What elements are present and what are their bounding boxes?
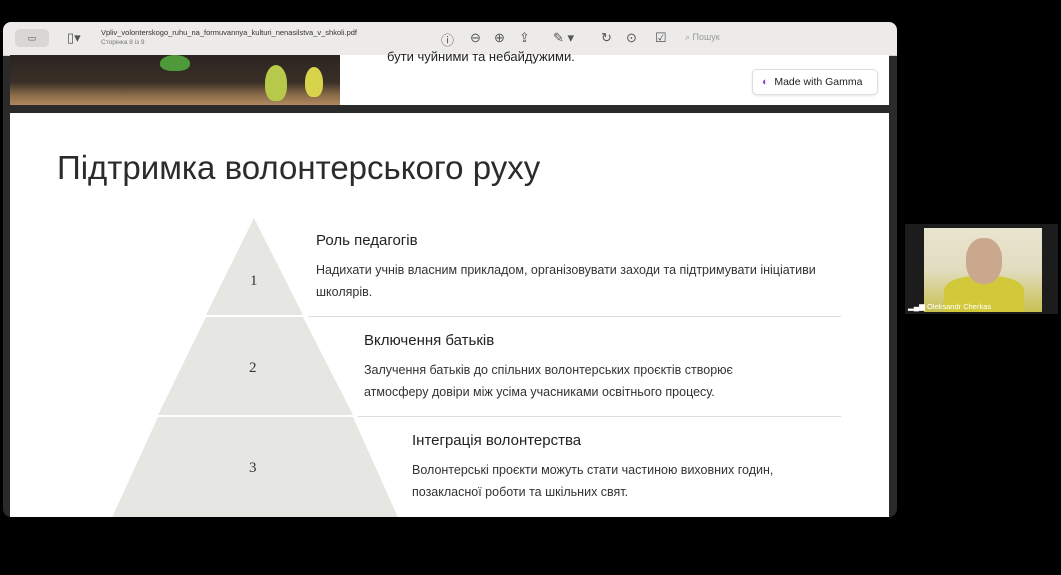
level-heading: Включення батьків	[364, 332, 495, 349]
level-heading: Роль педагогів	[316, 232, 418, 249]
participant-video	[924, 228, 1042, 312]
level-number: 3	[249, 460, 257, 476]
level-description: Волонтерські проєкти можуть стати частин…	[412, 463, 774, 499]
divider	[358, 416, 841, 417]
pyramid-level-1	[206, 218, 303, 315]
search-field[interactable]: ⌕ Пошук	[685, 32, 720, 43]
participant-name: ▂▄▆ Oleksandr Cherkas	[908, 302, 992, 311]
rotate-icon[interactable]: ↻	[601, 30, 612, 46]
sidebar-toggle-button[interactable]: ▭	[15, 29, 49, 47]
pdf-viewer-window: ▭ ▯▾ Vpliv_volonterskogo_ruhu_na_formuva…	[3, 22, 897, 517]
level-description: Залучення батьків до спільних волонтерсь…	[364, 363, 733, 399]
search-icon: ⌕	[685, 32, 693, 42]
zoom-in-icon[interactable]: ⊕	[494, 30, 505, 46]
signal-strength-icon: ▂▄▆	[908, 302, 927, 311]
page-info: Сторінка 8 із 9	[101, 39, 145, 46]
pyramid-diagram	[112, 218, 398, 517]
level-description: Надихати учнів власним прикладом, органі…	[316, 263, 816, 299]
zoom-out-icon[interactable]: ⊖	[470, 30, 481, 46]
level-heading: Інтеграція волонтерства	[412, 432, 582, 449]
slide-text: бути чуйними та небайдужими.	[387, 49, 575, 64]
gamma-logo-icon: ◐	[762, 76, 769, 88]
annotate-icon[interactable]: ☑	[655, 30, 667, 46]
file-name: Vpliv_volonterskogo_ruhu_na_formuvannya_…	[101, 28, 357, 37]
share-icon[interactable]: ⇪	[519, 30, 530, 46]
highlight-icon[interactable]: ⊙	[626, 30, 637, 46]
markup-pen-icon[interactable]: ✎ ▾	[553, 30, 574, 46]
current-slide: Підтримка волонтерського руху 1 2 3 Роль…	[10, 113, 889, 517]
made-with-gamma-badge[interactable]: ◐ Made with Gamma	[752, 69, 878, 95]
level-number: 1	[250, 273, 258, 289]
seedlings-photo	[10, 55, 340, 105]
sidebar-view-icon[interactable]: ▯▾	[67, 30, 81, 46]
divider	[308, 316, 841, 317]
level-number: 2	[249, 360, 257, 376]
previous-slide: бути чуйними та небайдужими. ◐ Made with …	[10, 49, 889, 105]
participant-video-tile[interactable]: ▂▄▆ Oleksandr Cherkas	[905, 224, 1058, 314]
info-icon[interactable]: ⓘ	[441, 30, 454, 49]
